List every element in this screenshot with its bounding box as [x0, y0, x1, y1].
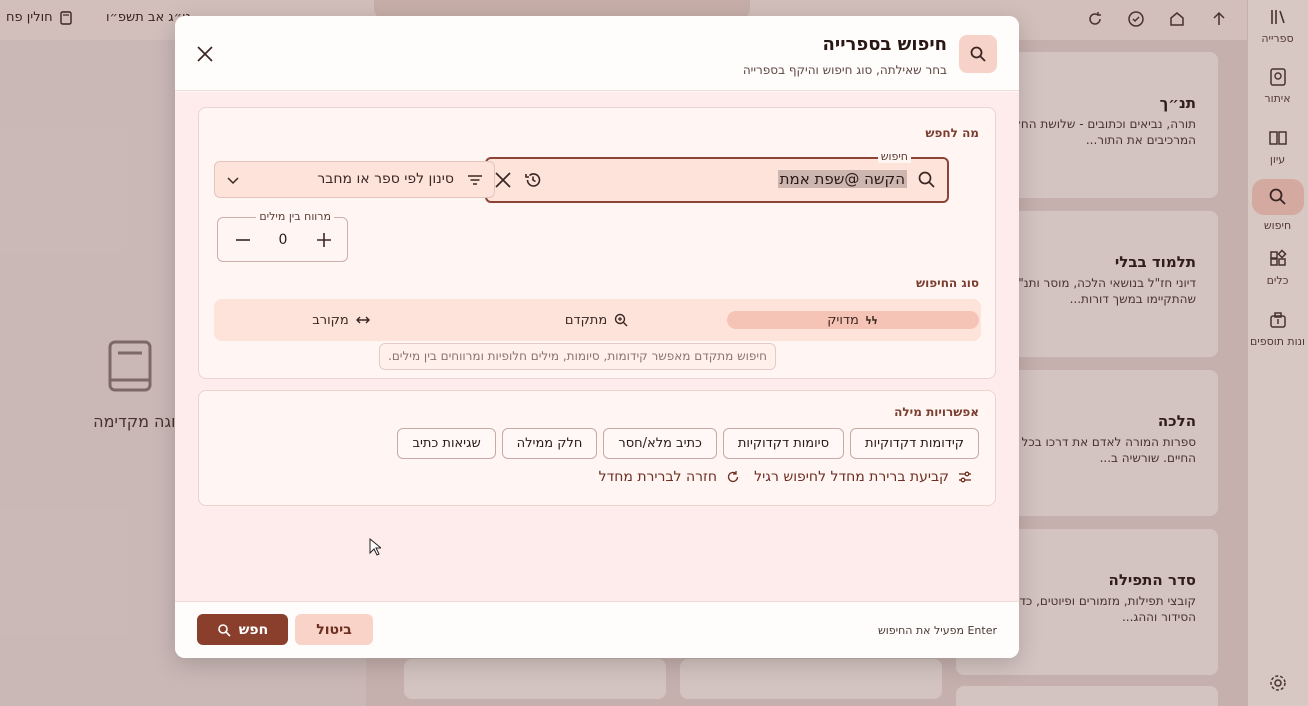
- enter-hint: Enter מפעיל את החיפוש: [877, 624, 997, 637]
- set-default-link[interactable]: קביעת ברירת מחדל לחיפוש רגיל: [754, 469, 973, 485]
- sliders-icon: [957, 469, 973, 485]
- search-type-advanced[interactable]: מתקדם: [469, 299, 725, 341]
- search-type-title: סוג החיפוש: [916, 276, 979, 290]
- search-type-selector: מדויק מתקדם מקורב: [214, 299, 981, 341]
- search-icon: [917, 170, 937, 190]
- search-icon: [959, 35, 997, 73]
- reset-default-link[interactable]: חזרה לברירת מחדל: [599, 469, 741, 485]
- search-type-approximate[interactable]: מקורב: [214, 299, 469, 341]
- search-type-label: מקורב: [312, 312, 349, 328]
- cancel-button[interactable]: ביטול: [295, 614, 373, 645]
- search-type-label: מתקדם: [564, 312, 608, 328]
- what-to-search-section: מה לחפש חיפוש הקשה @שפת אמת סינון לפי ספ…: [198, 107, 996, 379]
- word-options-section: אפשרויות מילה קידומות דקדוקיות סיומות דק…: [198, 390, 996, 506]
- search-button-label: חפש: [238, 621, 269, 638]
- dialog-subtitle: בחר שאילתה, סוג חיפוש והיקף בספרייה: [742, 63, 947, 77]
- section-title: אפשרויות מילה: [894, 405, 979, 419]
- zoom-search-icon: [613, 312, 629, 328]
- chip-partial-word[interactable]: חלק ממילה: [501, 428, 598, 459]
- search-type-label: מדויק: [827, 312, 859, 328]
- chip-grammatical-suffixes[interactable]: סיומות דקדוקיות: [722, 428, 844, 459]
- word-option-chips: קידומות דקדוקיות סיומות דקדוקיות כתיב מל…: [397, 428, 979, 459]
- reset-icon: [725, 469, 741, 485]
- book-author-filter[interactable]: סינון לפי ספר או מחבר: [214, 161, 495, 198]
- filter-icon: [466, 171, 484, 189]
- section-title: מה לחפש: [925, 126, 979, 140]
- word-gap-label: מרווח בין מילים: [256, 210, 334, 223]
- mouse-cursor-icon: [369, 538, 381, 556]
- filter-placeholder: סינון לפי ספר או מחבר: [317, 171, 454, 187]
- chevron-down-icon[interactable]: [225, 172, 241, 188]
- dialog-footer: Enter מפעיל את החיפוש ביטול חפש: [175, 601, 1019, 658]
- search-icon: [217, 623, 231, 637]
- reset-default-label: חזרה לברירת מחדל: [598, 469, 717, 485]
- search-type-exact[interactable]: מדויק: [725, 299, 981, 341]
- chip-typos[interactable]: שגיאות כתיב: [397, 428, 496, 459]
- minus-icon[interactable]: [234, 231, 252, 249]
- dialog-header: חיפוש בספרייה בחר שאילתה, סוג חיפוש והיק…: [175, 16, 1019, 91]
- close-icon[interactable]: [493, 170, 513, 190]
- chip-spelling-variants[interactable]: כתיב מלא/חסר: [603, 428, 717, 459]
- history-icon[interactable]: [523, 170, 543, 190]
- chip-grammatical-prefixes[interactable]: קידומות דקדוקיות: [850, 428, 979, 459]
- set-default-label: קביעת ברירת מחדל לחיפוש רגיל: [754, 469, 949, 485]
- dialog-title: חיפוש בספרייה: [822, 34, 947, 55]
- quote-icon: [865, 314, 879, 326]
- close-icon[interactable]: [195, 44, 215, 64]
- dialog-body: מה לחפש חיפוש הקשה @שפת אמת סינון לפי ספ…: [175, 92, 1019, 601]
- word-gap-value[interactable]: 0: [276, 232, 290, 248]
- search-input[interactable]: חיפוש הקשה @שפת אמת: [485, 150, 949, 203]
- plus-icon[interactable]: [315, 231, 333, 249]
- search-button[interactable]: חפש: [197, 614, 288, 645]
- arrows-horizontal-icon: [355, 313, 371, 327]
- search-type-tooltip: חיפוש מתקדם מאפשר קידומות, סיומות, מילים…: [379, 343, 776, 370]
- search-query-text[interactable]: הקשה @שפת אמת: [777, 170, 907, 188]
- search-dialog: חיפוש בספרייה בחר שאילתה, סוג חיפוש והיק…: [175, 16, 1019, 658]
- search-field-label: חיפוש: [877, 150, 911, 163]
- word-gap-stepper: מרווח בין מילים 0: [217, 210, 348, 262]
